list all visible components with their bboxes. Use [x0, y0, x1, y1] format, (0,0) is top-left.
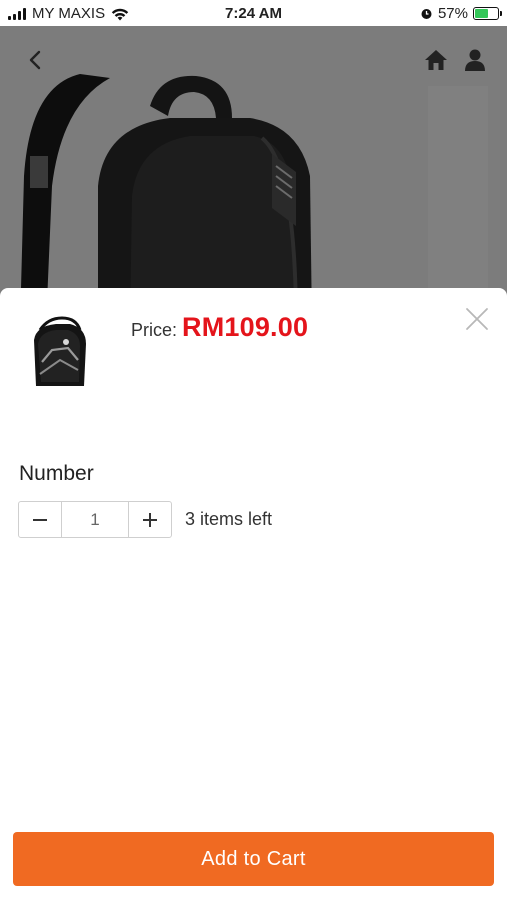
minus-icon: [33, 518, 47, 521]
battery-percent: 57%: [437, 5, 468, 22]
user-icon[interactable]: [463, 48, 487, 72]
close-icon[interactable]: [464, 306, 490, 332]
product-thumbnail: [34, 316, 86, 386]
price-label: Price:: [131, 320, 178, 340]
price-row: Price: RM109.00: [131, 312, 308, 343]
battery-icon: [473, 7, 502, 20]
product-image-overlay: [0, 26, 507, 326]
increase-button[interactable]: [129, 502, 171, 537]
decrease-button[interactable]: [19, 502, 61, 537]
battery-fill: [475, 9, 488, 18]
sku-selector-sheet: Price: RM109.00 Number 1 3 items left Ad…: [0, 288, 507, 900]
status-right: 57%: [420, 5, 502, 22]
back-icon[interactable]: [24, 48, 48, 72]
price-value: RM109.00: [182, 312, 309, 342]
quantity-input[interactable]: 1: [61, 502, 129, 537]
home-icon[interactable]: [424, 48, 448, 72]
quantity-stepper: 1: [18, 501, 172, 538]
alarm-icon: [421, 9, 432, 19]
status-bar: MY MAXIS 7:24 AM 57%: [0, 0, 507, 26]
plus-icon: [143, 512, 157, 527]
stock-text: 3 items left: [185, 509, 273, 529]
add-to-cart-button[interactable]: Add to Cart: [13, 832, 494, 886]
quantity-label: Number: [19, 462, 94, 485]
